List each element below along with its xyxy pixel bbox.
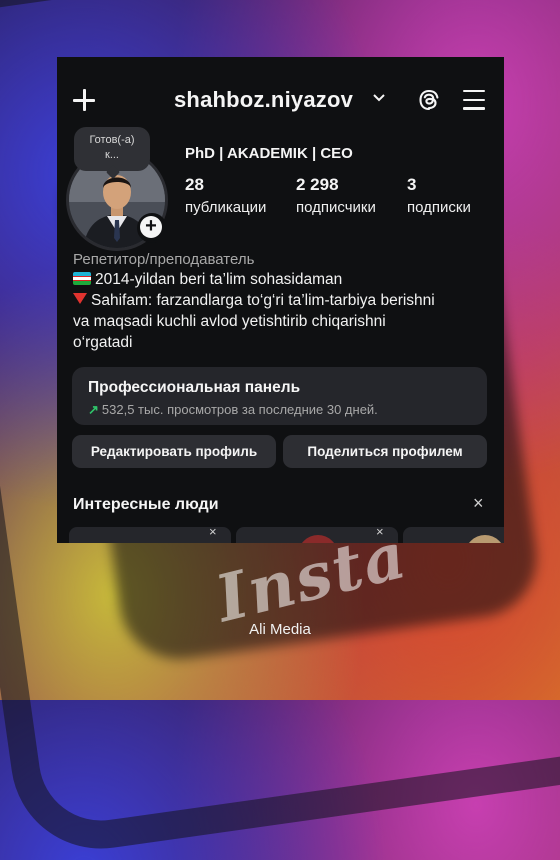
stat-posts-label: публикации <box>185 199 267 216</box>
menu-icon[interactable] <box>463 90 485 110</box>
username-title[interactable]: shahboz.niyazov <box>174 87 353 113</box>
note-text-line1: Готов(-а) <box>89 134 135 146</box>
pro-panel-subtitle-row: ↗ 532,5 тыс. просмотров за последние 30 д… <box>88 402 378 418</box>
professional-dashboard[interactable]: Профессиональная панель ↗ 532,5 тыс. прос… <box>72 367 487 425</box>
suggestion-card[interactable] <box>403 527 504 543</box>
close-suggestions-icon[interactable]: × <box>473 493 484 514</box>
stat-followers-value: 2 298 <box>296 175 339 194</box>
pro-panel-title: Профессиональная панель <box>88 379 301 396</box>
note-text-line2: к... <box>105 149 119 161</box>
bio-line-3: va maqsadi kuchli avlod yetishtirib chiq… <box>73 313 386 330</box>
stat-following-value: 3 <box>407 175 417 194</box>
threads-icon[interactable] <box>417 88 441 112</box>
add-story-button[interactable]: + <box>137 213 167 243</box>
edit-profile-button[interactable]: Редактировать профиль <box>72 435 276 468</box>
profile-headline: PhD | AKADEMIK | CEO <box>185 145 353 162</box>
bio-line-4: o‘rgatadi <box>73 334 133 351</box>
profile-screen: shahboz.niyazov Готов(-а) к... + PhD | A… <box>57 57 504 543</box>
stat-posts-value: 28 <box>185 175 204 194</box>
footer-credit: Ali Media <box>249 621 311 638</box>
suggestion-card[interactable]: × <box>69 524 231 543</box>
stat-followers-label: подписчики <box>296 199 376 216</box>
stat-followers[interactable]: 2 298 подписчики <box>296 175 376 216</box>
close-card-icon[interactable]: × <box>209 524 217 539</box>
suggestions-title: Интересные люди <box>73 496 219 513</box>
plus-circle-icon: + <box>140 216 162 238</box>
share-profile-button[interactable]: Поделиться профилем <box>283 435 487 468</box>
trend-up-icon: ↗ <box>88 402 99 417</box>
suggestion-avatar <box>465 535 504 543</box>
bio-line-2: Sahifam: farzandlarga to‘g‘ri ta’lim-tar… <box>73 292 435 310</box>
profile-category: Репетитор/преподаватель <box>73 251 255 268</box>
pro-panel-subtitle: 532,5 тыс. просмотров за последние 30 дн… <box>101 402 378 417</box>
stat-following[interactable]: 3 подписки <box>407 175 471 216</box>
stat-posts[interactable]: 28 публикации <box>185 175 266 216</box>
chevron-down-icon[interactable] <box>373 93 385 103</box>
red-triangle-icon <box>73 293 87 304</box>
profile-avatar-area[interactable]: Готов(-а) к... + <box>66 127 170 253</box>
bio-line-1-text: 2014-yildan beri ta’lim sohasidaman <box>95 271 343 288</box>
bio-line-2-text: Sahifam: farzandlarga to‘g‘ri ta’lim-tar… <box>91 292 435 309</box>
note-bubble[interactable]: Готов(-а) к... <box>74 127 150 171</box>
plus-icon[interactable] <box>73 89 95 111</box>
stat-following-label: подписки <box>407 199 471 216</box>
bio-line-1: 2014-yildan beri ta’lim sohasidaman <box>73 271 342 289</box>
uzbekistan-flag-icon <box>73 272 91 285</box>
